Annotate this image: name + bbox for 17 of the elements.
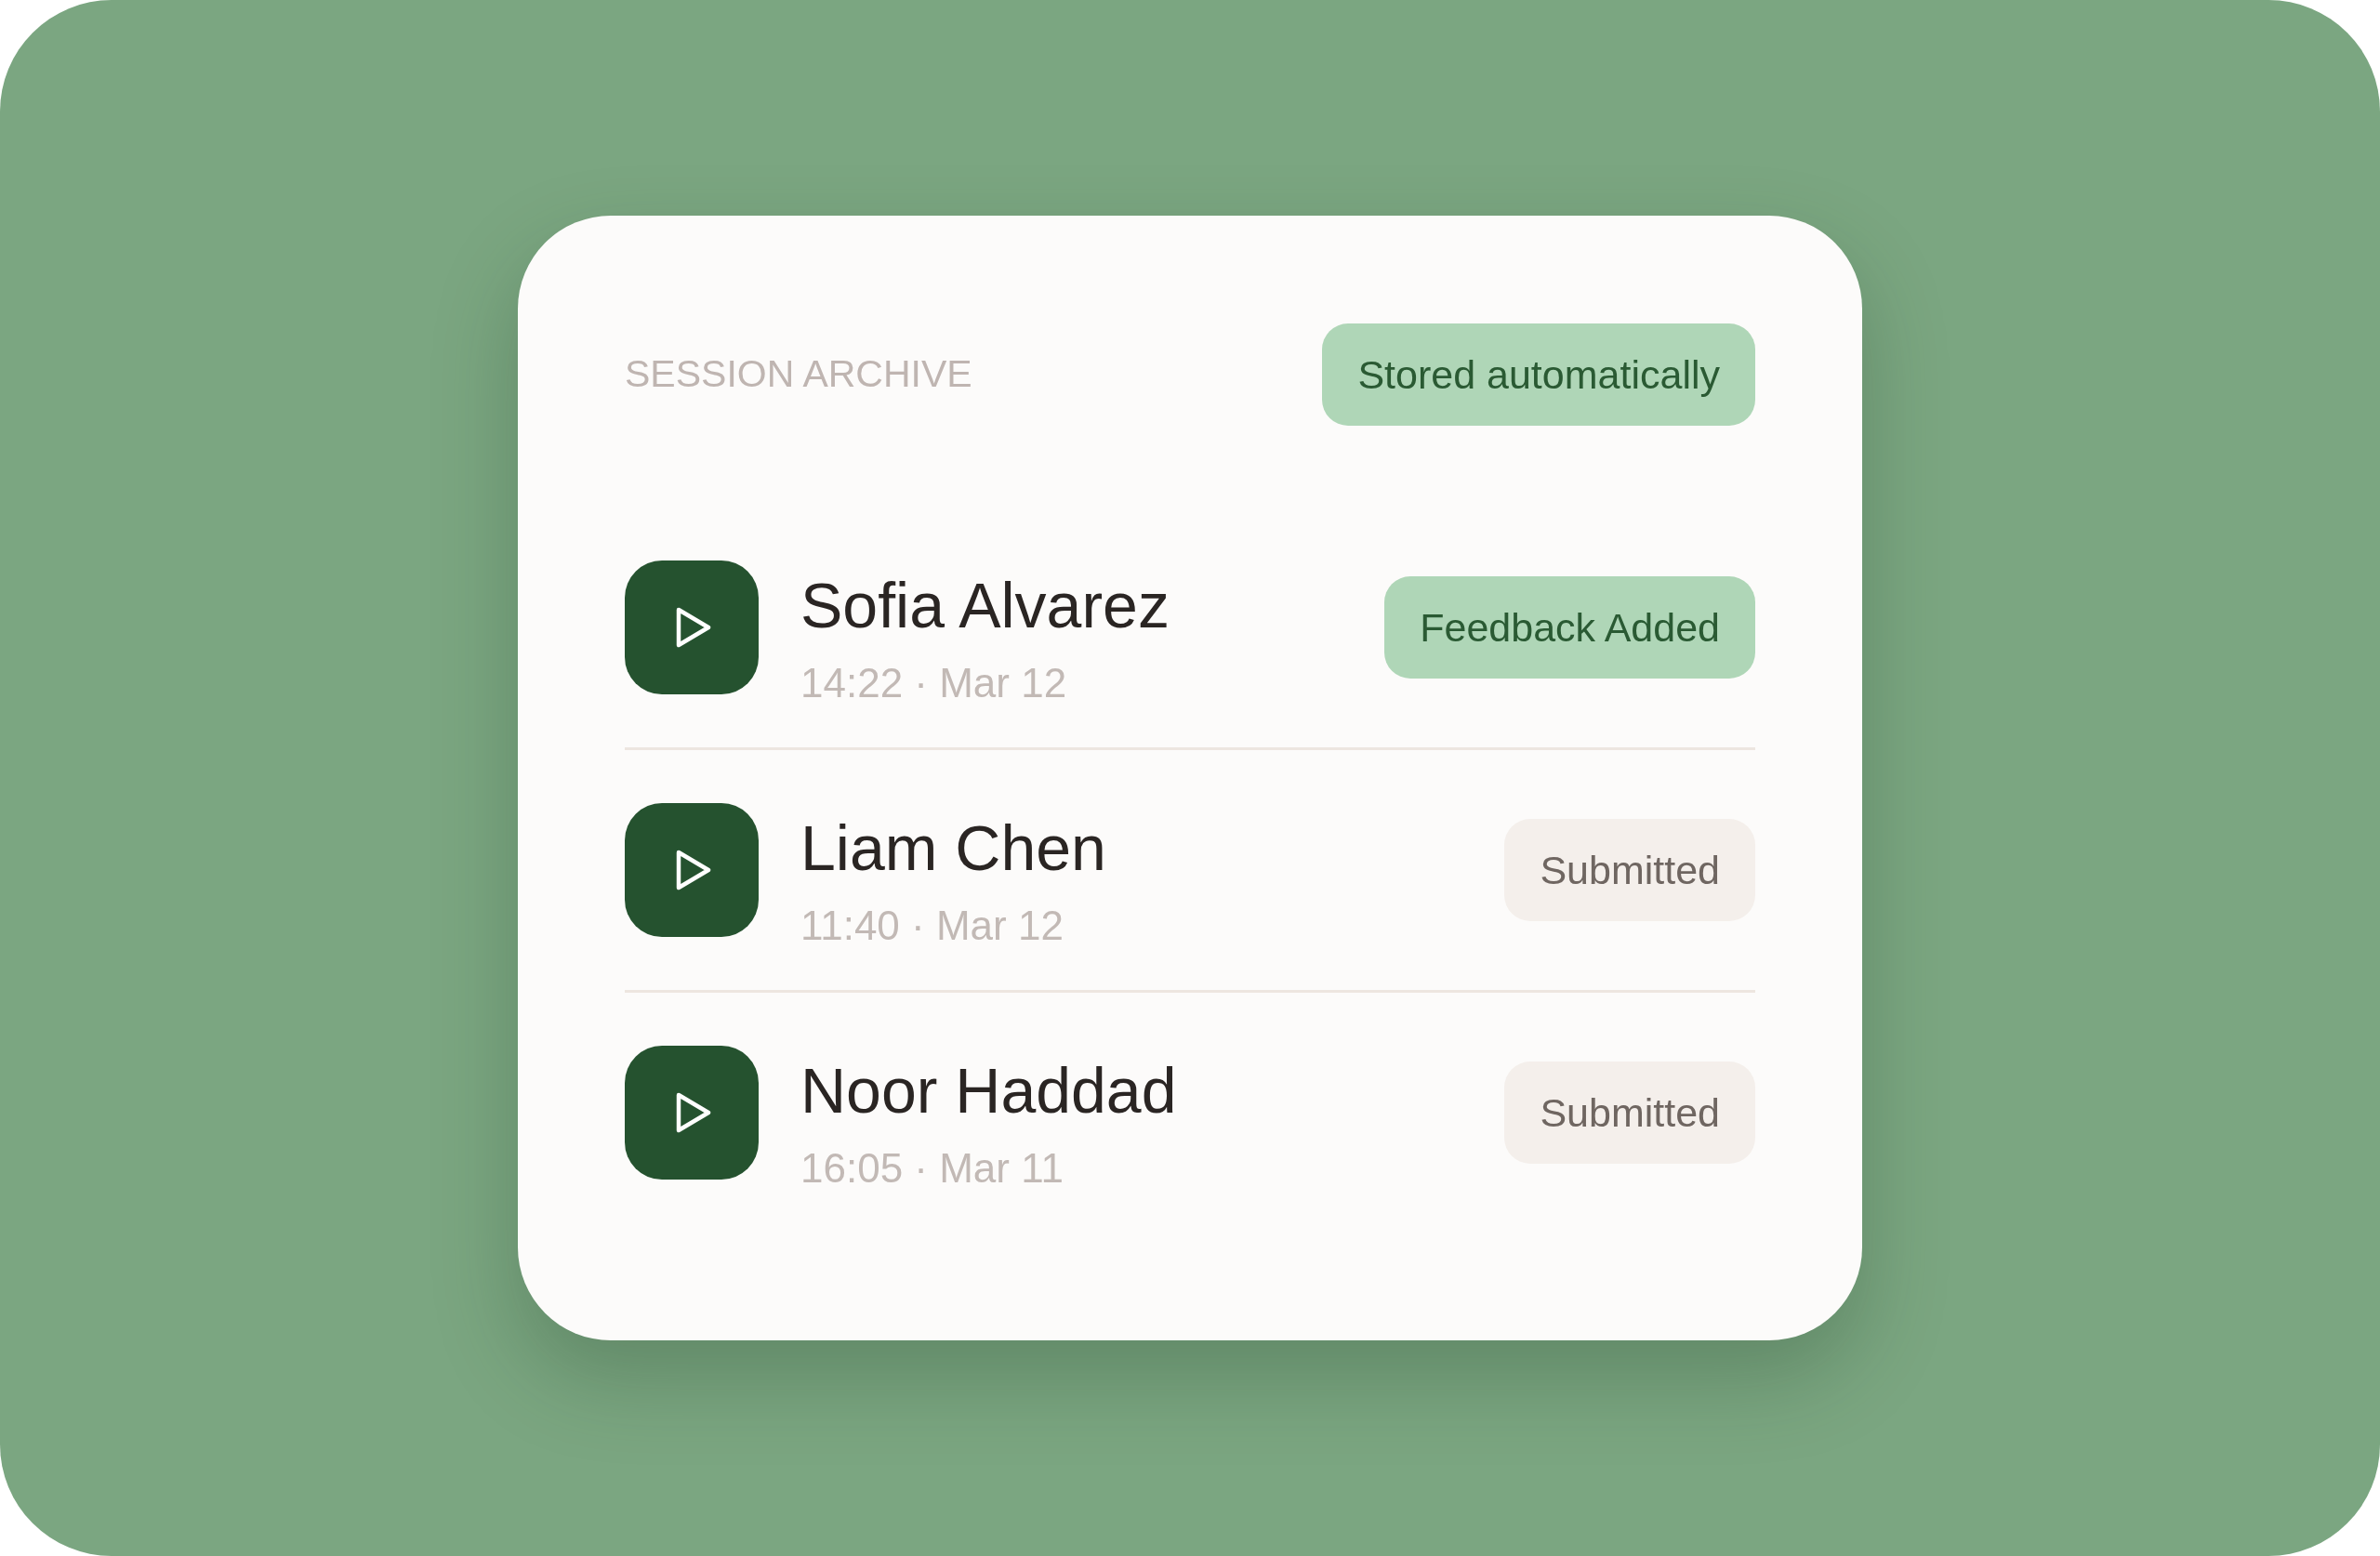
session-time: 16:05 · Mar 11 — [800, 1144, 1064, 1193]
play-button[interactable] — [625, 1046, 759, 1180]
session-time: 14:22 · Mar 12 — [800, 659, 1067, 707]
session-name: Noor Haddad — [800, 1054, 1177, 1127]
play-icon — [676, 1092, 711, 1133]
section-title: SESSION ARCHIVE — [625, 351, 972, 398]
status-badge: Submitted — [1504, 819, 1755, 921]
session-name: Sofia Alvarez — [800, 569, 1170, 642]
play-icon — [676, 850, 711, 890]
session-time: 11:40 · Mar 12 — [800, 902, 1064, 950]
session-name: Liam Chen — [800, 811, 1106, 885]
play-button[interactable] — [625, 803, 759, 937]
status-badge: Submitted — [1504, 1062, 1755, 1164]
status-badge: Feedback Added — [1384, 576, 1755, 679]
storage-badge: Stored automatically — [1322, 323, 1755, 426]
play-icon — [676, 607, 711, 648]
play-button[interactable] — [625, 560, 759, 694]
